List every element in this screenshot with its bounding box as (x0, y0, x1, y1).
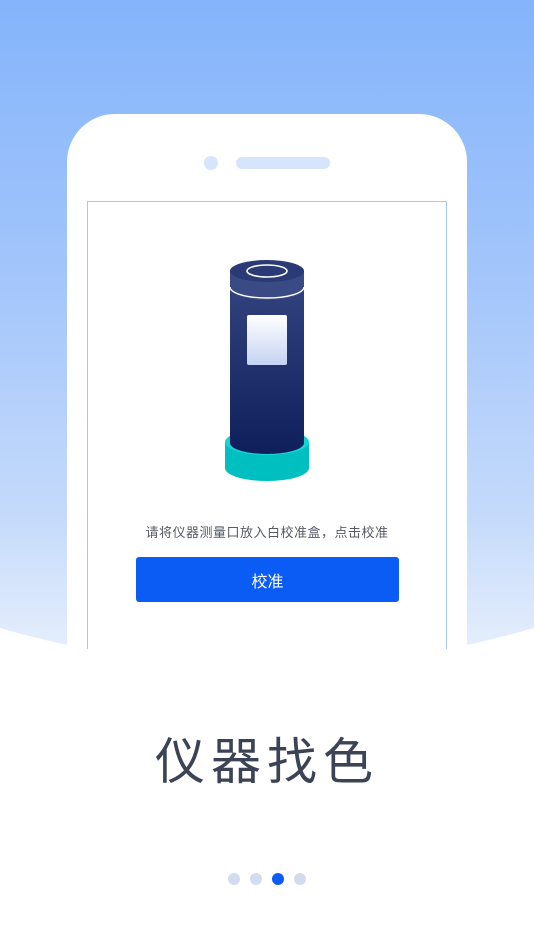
phone-mockup: 请将仪器测量口放入白校准盒，点击校准 校准 (67, 114, 467, 721)
calibration-instruction: 请将仪器测量口放入白校准盒，点击校准 (145, 526, 389, 541)
feature-title: 仪器找色 (155, 733, 379, 791)
phone-screen: 请将仪器测量口放入白校准盒，点击校准 校准 (87, 201, 447, 721)
calibrate-button[interactable]: 校准 (136, 557, 399, 602)
page-indicator (0, 873, 534, 885)
page-dot[interactable] (294, 873, 306, 885)
phone-speaker (236, 157, 330, 169)
page-dot[interactable] (228, 873, 240, 885)
page-dot[interactable] (250, 873, 262, 885)
colorimeter-device-icon (225, 260, 309, 481)
phone-camera (204, 156, 218, 170)
page-dot-active[interactable] (272, 873, 284, 885)
